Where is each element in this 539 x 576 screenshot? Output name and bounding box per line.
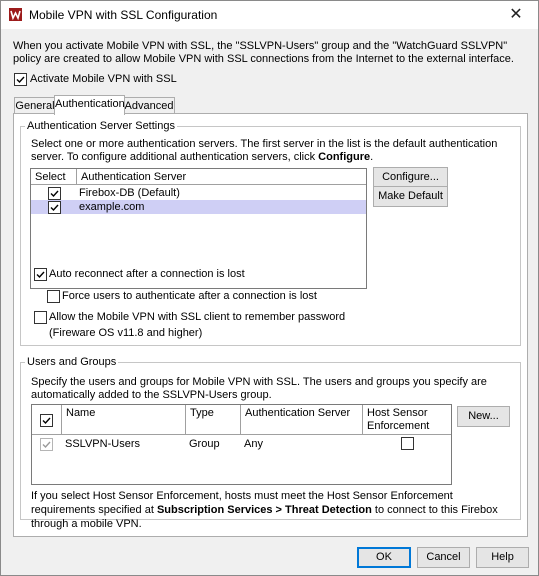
new-button[interactable]: New... [457,406,510,427]
auto-reconnect-checkbox[interactable] [34,268,47,281]
help-button[interactable]: Help [476,547,529,568]
tab-panel: Authentication Server Settings Select on… [13,113,528,537]
activate-checkbox[interactable] [14,73,27,86]
tab-general-label: General [15,100,55,112]
remember-password-checkbox[interactable] [34,311,47,324]
intro-text: When you activate Mobile VPN with SSL, t… [13,40,514,65]
column-header-name[interactable]: Name [62,405,186,435]
checkmark-icon [36,271,45,279]
auth-desc-end: . [370,151,374,163]
column-header-host-sensor-label: Host Sensor Enforcement [367,407,430,432]
title-bar: Mobile VPN with SSL Configuration ✕ [1,1,538,29]
checkmark-icon [50,190,59,198]
column-header-auth-server-label: Authentication Server [245,407,351,419]
force-reauth-checkbox[interactable] [47,290,60,303]
remember-password-label: Allow the Mobile VPN with SSL client to … [49,311,346,323]
auth-desc-text: Select one or more authentication server… [31,138,498,163]
column-header-select[interactable]: Select [31,169,77,185]
user-group-auth-server: Any [244,438,263,450]
column-header-select-all[interactable] [32,405,62,435]
table-row[interactable]: Firebox-DB (Default) [31,186,366,200]
select-checkbox[interactable] [48,187,61,200]
column-header-auth-server-label: Authentication Server [81,171,187,183]
table-row-selected[interactable]: example.com [31,200,366,214]
cancel-button[interactable]: Cancel [417,547,470,568]
column-header-select-label: Select [35,171,66,183]
force-reauth-label: Force users to authenticate after a conn… [62,290,317,302]
column-header-type[interactable]: Type [186,405,241,435]
auto-reconnect-label: Auto reconnect after a connection is los… [49,268,245,280]
row-checkbox[interactable] [40,438,53,451]
checkmark-icon [16,76,25,84]
users-groups-description: Specify the users and groups for Mobile … [31,376,487,401]
auth-server-description: Select one or more authentication server… [31,138,511,164]
user-group-name: SSLVPN-Users [65,438,140,450]
user-group-type: Group [189,438,220,450]
column-header-auth-server[interactable]: Authentication Server [241,405,363,435]
close-button[interactable]: ✕ [494,1,538,29]
remember-password-note: (Fireware OS v11.8 and higher) [49,327,203,339]
dialog-window: Mobile VPN with SSL Configuration ✕ When… [0,0,539,576]
column-header-name-label: Name [66,407,96,419]
users-groups-table: Name Type Authentication Server Host Sen… [31,404,452,485]
tab-authentication[interactable]: Authentication [54,95,125,115]
auth-server-name: example.com [79,201,145,213]
close-icon: ✕ [509,6,523,23]
select-all-checkbox[interactable] [40,414,53,427]
activate-label: Activate Mobile VPN with SSL [30,73,177,85]
column-header-auth-server[interactable]: Authentication Server [77,169,366,185]
auth-desc-bold: Configure [318,151,371,163]
column-header-type-label: Type [190,407,214,419]
host-sensor-note: If you select Host Sensor Enforcement, h… [31,489,519,531]
column-header-host-sensor[interactable]: Host Sensor Enforcement [363,405,451,435]
select-checkbox[interactable] [48,201,61,214]
make-default-button[interactable]: Make Default [373,186,448,207]
tab-authentication-label: Authentication [55,98,125,110]
host-sensor-checkbox[interactable] [401,437,414,450]
auth-server-name: Firebox-DB (Default) [79,187,180,199]
configure-button[interactable]: Configure... [373,167,448,188]
users-groups-legend: Users and Groups [25,356,119,368]
app-logo-icon [9,8,22,21]
ok-button[interactable]: OK [357,547,411,568]
window-title: Mobile VPN with SSL Configuration [29,8,218,22]
checkmark-icon [50,204,59,212]
table-row[interactable]: SSLVPN-Users Group Any [32,437,451,452]
checkmark-icon [42,441,51,449]
tab-advanced-label: Advanced [124,100,174,112]
checkmark-icon [42,417,51,425]
note-bold: Subscription Services > Threat Detection [156,504,372,516]
auth-server-settings-legend: Authentication Server Settings [25,120,177,132]
